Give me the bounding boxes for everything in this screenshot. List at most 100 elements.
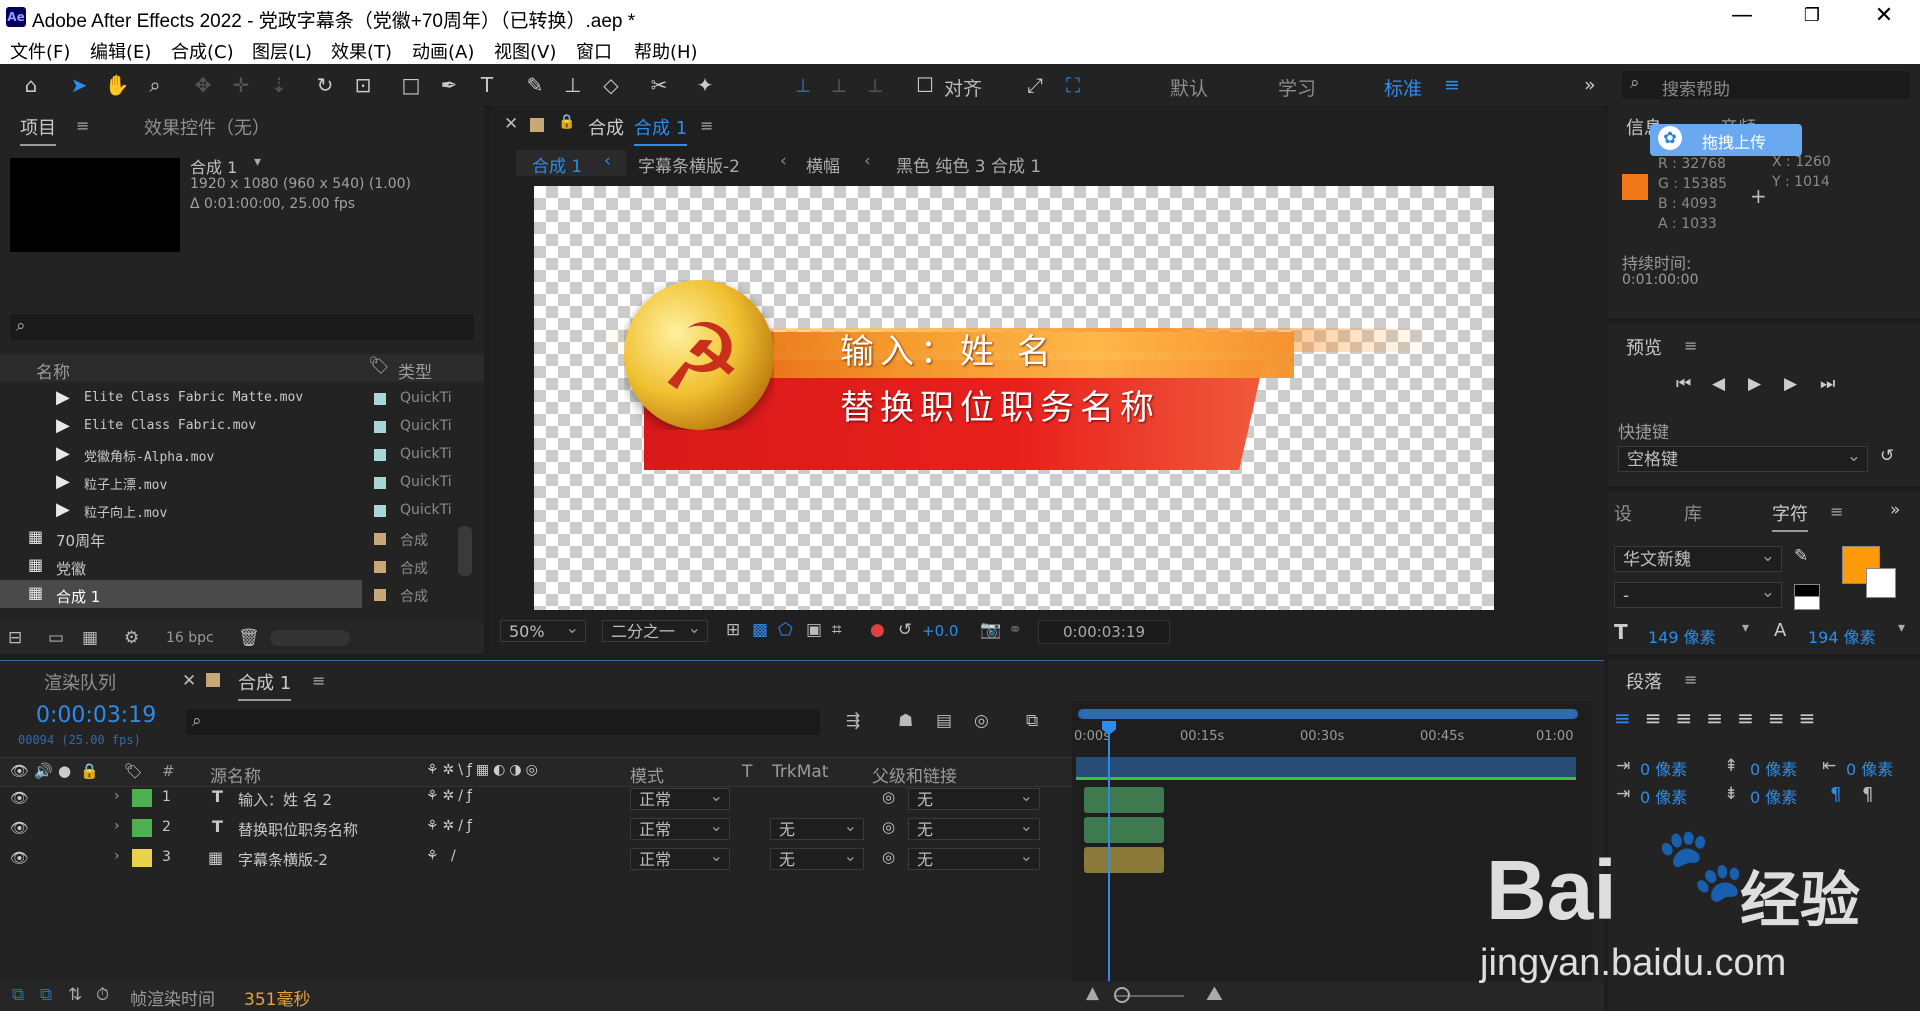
work-area-bar[interactable] [1078, 709, 1578, 719]
layer-switches[interactable]: ⚘✲/ƒ [426, 788, 476, 804]
chevron-down-icon[interactable]: ▾ [1742, 620, 1749, 636]
list-item[interactable]: ▶ Elite Class Fabric.mov QuickTi [0, 412, 480, 440]
panel-menu-icon[interactable]: ≡ [1684, 670, 1697, 689]
comp-dropdown-icon[interactable]: ▾ [254, 154, 261, 170]
zoom-tool-icon[interactable]: ⌕ [142, 72, 168, 98]
label-swatch[interactable] [374, 421, 386, 433]
font-family-dropdown[interactable]: 华文新魏 [1614, 543, 1782, 572]
label-swatch[interactable] [374, 589, 386, 601]
layer-switches[interactable]: ⚘ / [426, 848, 460, 864]
thumbnail-slider[interactable] [270, 630, 350, 646]
timeline-search-input[interactable]: ⌕ [186, 709, 820, 735]
panel-menu-icon[interactable]: ≡ [312, 671, 325, 690]
reset-exposure-icon[interactable]: ↺ [898, 620, 912, 640]
grid-guides-icon[interactable]: ⌗ [832, 620, 842, 640]
parent-dropdown[interactable]: 无 [908, 845, 1040, 870]
justify-left-icon[interactable]: ≡ [1706, 706, 1737, 730]
column-source-name[interactable]: 源名称 [210, 762, 261, 787]
layer-switches[interactable]: ⚘✲/ƒ [426, 818, 476, 834]
rotate-tool-icon[interactable]: ↻ [312, 72, 338, 98]
layer-name[interactable]: 替换职位职务名称 [238, 819, 358, 840]
trash-icon[interactable]: 🗑 [238, 628, 260, 648]
label-swatch[interactable] [374, 449, 386, 461]
chevron-down-icon[interactable]: ▾ [1898, 620, 1905, 636]
tab-settings[interactable]: 设 [1614, 500, 1632, 526]
world-axis-icon[interactable]: ⟂ [826, 72, 852, 98]
pick-whip-icon[interactable]: ◎ [882, 788, 895, 806]
column-name[interactable]: 名称 [36, 358, 70, 383]
mask-path-icon[interactable]: ⬠ [778, 620, 793, 640]
list-item[interactable]: ▦ 70周年 合成 [0, 524, 480, 552]
font-style-dropdown[interactable]: - [1614, 579, 1782, 608]
expand-toolbar-icon[interactable]: » [1584, 74, 1596, 96]
reset-icon[interactable]: ↺ [1880, 446, 1894, 466]
project-settings-icon[interactable]: ⚙ [124, 628, 139, 648]
zoom-slider-handle[interactable] [1114, 987, 1130, 1003]
current-timecode[interactable]: 0:00:03:19 [36, 703, 156, 728]
switches-icons[interactable]: ⚘✲\ƒ▦◐◑◎ [426, 762, 542, 778]
anchor-tool-icon[interactable]: ⊡ [350, 72, 376, 98]
eyedropper-icon[interactable]: ✎ [1794, 546, 1808, 566]
orbit-camera-icon[interactable]: ✥ [190, 72, 216, 98]
snap-features-icon[interactable]: ⛶ [1060, 72, 1086, 98]
time-ruler[interactable]: 0:00s 00:15s 00:30s 00:45s 01:00 [1072, 725, 1592, 753]
help-search-box[interactable]: ⌕ 搜索帮助 [1622, 71, 1910, 100]
tab-comp[interactable]: 合成 1 [238, 669, 292, 701]
selection-tool-icon[interactable]: ➤ [66, 72, 92, 98]
maximize-button[interactable]: ❐ [1782, 5, 1842, 26]
rectangle-tool-icon[interactable]: □ [398, 72, 424, 98]
workspace-default[interactable]: 默认 [1170, 74, 1208, 101]
eraser-tool-icon[interactable]: ◇ [598, 72, 624, 98]
label-swatch[interactable] [206, 673, 220, 687]
menu-view[interactable]: 视图(V) [494, 38, 556, 64]
show-snapshot-icon[interactable]: ⚭ [1008, 620, 1022, 640]
space-after-value[interactable]: 0 像素 [1750, 784, 1797, 808]
align-right-icon[interactable]: ≡ [1676, 706, 1707, 730]
work-area-range[interactable] [1076, 757, 1576, 777]
bit-depth-label[interactable]: 16 bpc [166, 630, 214, 646]
solo-icon[interactable]: ● [58, 762, 71, 780]
list-item[interactable]: ▶ 党徽角标-Alpha.mov QuickTi [0, 440, 480, 468]
prev-frame-icon[interactable]: ◀ [1712, 374, 1725, 394]
comp-flowchart-icon[interactable]: ⇶ [846, 711, 860, 731]
render-time-icon[interactable]: ⏱ [96, 985, 109, 1005]
exposure-value[interactable]: +0.0 [922, 622, 958, 640]
align-center-icon[interactable]: ≡ [1645, 706, 1676, 730]
label-swatch[interactable] [530, 118, 544, 132]
pan-camera-icon[interactable]: ✛ [228, 72, 254, 98]
tab-render-queue[interactable]: 渲染队列 [44, 669, 116, 695]
ltr-direction-icon[interactable]: ¶ [1830, 784, 1841, 805]
in-out-toggle-icon[interactable]: ⇅ [68, 985, 82, 1005]
table-row[interactable]: 👁 › 1 T 输入：姓 名 2 ⚘✲/ƒ 正常 ◎ 无 [0, 785, 1072, 813]
label-swatch[interactable] [374, 561, 386, 573]
menu-composition[interactable]: 合成(C) [171, 38, 234, 64]
close-tab-icon[interactable]: ✕ [504, 114, 518, 134]
pick-whip-icon[interactable]: ◎ [882, 848, 895, 866]
expand-chevron-icon[interactable]: › [114, 788, 120, 804]
white-swatch[interactable] [1794, 596, 1820, 610]
align-left-icon[interactable]: ≡ [1614, 706, 1645, 730]
tab-project[interactable]: 项目 [20, 114, 56, 146]
local-axis-icon[interactable]: ⟂ [790, 72, 816, 98]
blend-mode-dropdown[interactable]: 正常 [630, 815, 730, 840]
workspace-menu-icon[interactable]: ≡ [1444, 74, 1460, 96]
layer-duration-bar[interactable] [1084, 847, 1164, 873]
shy-layers-icon[interactable]: ☗ [898, 711, 913, 731]
menu-effect[interactable]: 效果(T) [331, 38, 392, 64]
table-row[interactable]: 👁 › 3 ▦ 字幕条横版-2 ⚘ / 正常 无 ◎ 无 [0, 845, 1072, 873]
snap-edges-icon[interactable]: ⤢ [1022, 72, 1048, 98]
lock-icon[interactable]: 🔒 [558, 114, 575, 130]
expand-panel-icon[interactable]: » [1890, 500, 1900, 520]
audio-icon[interactable]: 🔊 [34, 762, 53, 780]
justify-right-icon[interactable]: ≡ [1768, 706, 1799, 730]
panel-menu-icon[interactable]: ≡ [76, 116, 89, 135]
first-frame-icon[interactable]: ⏮ [1676, 374, 1691, 394]
list-item[interactable]: ▶ 粒子向上.mov QuickTi [0, 496, 480, 524]
type-tool-icon[interactable]: T [474, 72, 500, 98]
puppet-pin-icon[interactable]: ✦ [692, 72, 718, 98]
menu-layer[interactable]: 图层(L) [252, 38, 312, 64]
home-icon[interactable]: ⌂ [18, 72, 44, 98]
column-mode[interactable]: 模式 [630, 762, 664, 787]
breadcrumb[interactable]: 字幕条横版-2 [638, 152, 740, 177]
new-folder-icon[interactable]: ▭ [48, 628, 64, 648]
